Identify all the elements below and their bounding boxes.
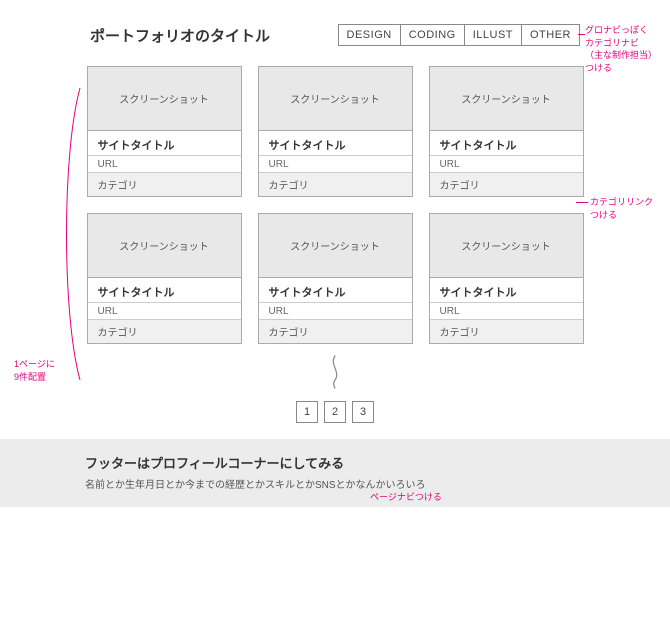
site-title: サイトタイトル bbox=[88, 278, 241, 303]
nav-illust[interactable]: ILLUST bbox=[464, 24, 522, 46]
footer-title: フッターはプロフィールコーナーにしてみる bbox=[85, 453, 610, 472]
site-url: URL bbox=[88, 303, 241, 320]
category-nav: DESIGN CODING ILLUST OTHER bbox=[338, 24, 580, 46]
screenshot-area: スクリーンショット bbox=[430, 214, 583, 278]
annotation-pager: ページナビつける bbox=[370, 491, 442, 504]
site-title: サイトタイトル bbox=[259, 131, 412, 156]
page-3[interactable]: 3 bbox=[352, 401, 374, 423]
site-category[interactable]: カテゴリ bbox=[88, 173, 241, 196]
site-title: サイトタイトル bbox=[430, 131, 583, 156]
site-category[interactable]: カテゴリ bbox=[430, 173, 583, 196]
pagination: 1 2 3 bbox=[0, 401, 670, 439]
site-url: URL bbox=[88, 156, 241, 173]
screenshot-area: スクリーンショット bbox=[259, 214, 412, 278]
nav-other[interactable]: OTHER bbox=[521, 24, 580, 46]
site-title: サイトタイトル bbox=[430, 278, 583, 303]
annotation-perpage: 1ページに 9件配置 bbox=[14, 358, 55, 383]
portfolio-card[interactable]: スクリーンショット サイトタイトル URL カテゴリ bbox=[429, 66, 584, 197]
site-category[interactable]: カテゴリ bbox=[430, 320, 583, 343]
nav-design[interactable]: DESIGN bbox=[338, 24, 401, 46]
site-category[interactable]: カテゴリ bbox=[88, 320, 241, 343]
screenshot-area: スクリーンショット bbox=[88, 67, 241, 131]
footer: フッターはプロフィールコーナーにしてみる 名前とか生年月日とか今までの経歴とかス… bbox=[0, 439, 670, 507]
portfolio-card[interactable]: スクリーンショット サイトタイトル URL カテゴリ bbox=[258, 66, 413, 197]
screenshot-area: スクリーンショット bbox=[259, 67, 412, 131]
page-title: ポートフォリオのタイトル bbox=[90, 25, 270, 46]
nav-coding[interactable]: CODING bbox=[400, 24, 465, 46]
footer-subtitle: 名前とか生年月日とか今までの経歴とかスキルとかSNSとかなんかいろいろ bbox=[85, 476, 610, 491]
page-1[interactable]: 1 bbox=[296, 401, 318, 423]
site-title: サイトタイトル bbox=[88, 131, 241, 156]
annotation-catlink: カテゴリリンク つける bbox=[590, 196, 653, 221]
continuation-icon bbox=[0, 344, 670, 401]
page-2[interactable]: 2 bbox=[324, 401, 346, 423]
site-category[interactable]: カテゴリ bbox=[259, 320, 412, 343]
site-category[interactable]: カテゴリ bbox=[259, 173, 412, 196]
portfolio-card[interactable]: スクリーンショット サイトタイトル URL カテゴリ bbox=[87, 66, 242, 197]
portfolio-card[interactable]: スクリーンショット サイトタイトル URL カテゴリ bbox=[429, 213, 584, 344]
annotation-bracket-icon bbox=[56, 84, 86, 384]
screenshot-area: スクリーンショット bbox=[88, 214, 241, 278]
portfolio-card[interactable]: スクリーンショット サイトタイトル URL カテゴリ bbox=[87, 213, 242, 344]
annotation-nav: グロナビっぽく カテゴリナビ （主な制作担当） つける bbox=[585, 24, 657, 74]
site-url: URL bbox=[259, 156, 412, 173]
site-url: URL bbox=[430, 303, 583, 320]
site-url: URL bbox=[430, 156, 583, 173]
site-title: サイトタイトル bbox=[259, 278, 412, 303]
portfolio-grid: スクリーンショット サイトタイトル URL カテゴリ スクリーンショット サイト… bbox=[0, 46, 670, 344]
site-url: URL bbox=[259, 303, 412, 320]
annotation-line bbox=[576, 202, 588, 203]
screenshot-area: スクリーンショット bbox=[430, 67, 583, 131]
annotation-line bbox=[578, 34, 585, 35]
portfolio-card[interactable]: スクリーンショット サイトタイトル URL カテゴリ bbox=[258, 213, 413, 344]
